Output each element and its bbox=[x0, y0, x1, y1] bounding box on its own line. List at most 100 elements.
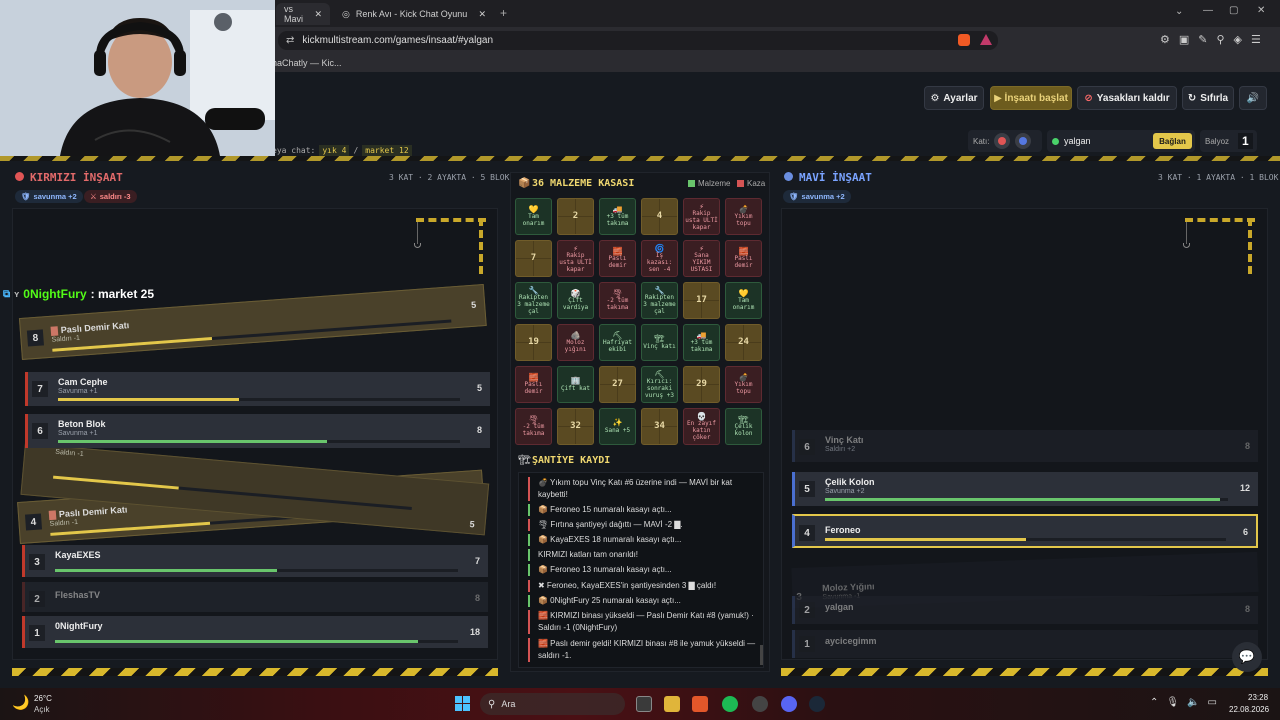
red-floor-7: 7 Cam Cephe Savunma +1 5 bbox=[25, 372, 490, 406]
tab-renk-avi[interactable]: ◎ Renk Avı - Kick Chat Oyunu ✕ bbox=[334, 3, 494, 25]
chest-cell[interactable]: 🔧 Rakipten 3 malzeme çal bbox=[515, 282, 552, 319]
maximize-button[interactable]: ▢ bbox=[1229, 5, 1238, 16]
windows-start-icon[interactable] bbox=[455, 696, 470, 711]
window-close-button[interactable]: ✕ bbox=[1257, 5, 1265, 16]
floor-name: yalgan bbox=[825, 602, 854, 612]
brave-shield-icon[interactable] bbox=[958, 34, 970, 46]
chest-cell-label: 27 bbox=[612, 379, 623, 390]
chest-cell[interactable]: 🔧 Rakipten 3 malzeme çal bbox=[641, 282, 678, 319]
floor-value: 5 bbox=[470, 299, 477, 310]
chest-cell[interactable]: ⛏ Kırıcı: sonraki vuruş +3 bbox=[641, 366, 678, 403]
crane-arm bbox=[1185, 218, 1255, 222]
refresh-icon: ↻ bbox=[1187, 92, 1197, 104]
red-floor-6: 6 Beton Blok Savunma +1 8 bbox=[25, 414, 490, 448]
sound-button[interactable]: 🔊 bbox=[1239, 86, 1267, 110]
discord-icon[interactable] bbox=[781, 696, 797, 712]
floor-effect: Savunma +1 bbox=[58, 388, 98, 395]
chest-cell[interactable]: ⚡ Sana YIKIM USTASI bbox=[683, 240, 720, 277]
floor-name: 0NightFury bbox=[55, 621, 103, 631]
chest-cell[interactable]: 🚚 +3 tüm takıma bbox=[683, 324, 720, 361]
file-explorer-icon[interactable] bbox=[664, 696, 680, 712]
taskbar-search[interactable]: ⚲ Ara bbox=[480, 693, 625, 715]
legend-good-label: Malzeme bbox=[698, 179, 731, 188]
chest-cell[interactable]: 2 bbox=[557, 198, 594, 235]
crane-tower bbox=[479, 218, 483, 274]
chest-cell[interactable]: 💣 Yıkım topu bbox=[725, 366, 762, 403]
site-info-icon[interactable]: ⇄ bbox=[286, 35, 294, 46]
chest-cell[interactable]: 24 bbox=[725, 324, 762, 361]
minimize-button[interactable]: — bbox=[1203, 5, 1213, 16]
red-team-toggle[interactable] bbox=[994, 133, 1011, 149]
chest-cell[interactable]: 💛 Tam onarım bbox=[725, 282, 762, 319]
chest-cell[interactable]: 🏗 Çelik kolon bbox=[725, 408, 762, 445]
browser-extension-icons[interactable]: ⚙▣✎⚲◈☰ bbox=[1160, 33, 1270, 46]
chest-cell-label: Vinç katı bbox=[643, 342, 676, 350]
chest-cell[interactable]: 🌀 İş kazası: sen -4 bbox=[641, 240, 678, 277]
app-icon[interactable] bbox=[752, 696, 768, 712]
close-icon[interactable]: ✕ bbox=[314, 9, 322, 20]
chest-cell[interactable]: 🌪 -2 tüm takıma bbox=[515, 408, 552, 445]
chest-cell[interactable]: 🏗 Vinç katı bbox=[641, 324, 678, 361]
blue-floor-4[interactable]: 4 Feroneo 6 bbox=[792, 514, 1258, 548]
chest-cell[interactable]: 🚚 +3 tüm takıma bbox=[599, 198, 636, 235]
chest-cell[interactable]: 🧱 Paslı demir bbox=[599, 240, 636, 277]
log-scrollbar[interactable] bbox=[760, 645, 763, 665]
url-text: kickmultistream.com/games/insaat/#yalgan bbox=[302, 35, 494, 46]
system-tray-icons[interactable]: ⌃🎙🔈▭ bbox=[1150, 697, 1225, 708]
chest-cell[interactable]: ✨ Sana +5 bbox=[599, 408, 636, 445]
chest-cell[interactable]: 💛 Tam onarım bbox=[515, 198, 552, 235]
chest-cell[interactable]: ⚡ Rakip usta ULTİ kapar bbox=[557, 240, 594, 277]
chest-cell[interactable]: 7 bbox=[515, 240, 552, 277]
chest-cell[interactable]: 🌪 -2 tüm takıma bbox=[599, 282, 636, 319]
spotify-icon[interactable] bbox=[722, 696, 738, 712]
chest-cell[interactable]: ⚡ Rakip usta ULTİ kapar bbox=[683, 198, 720, 235]
log-entry: 📦 KayaEXES 18 numaralı kasayı açtı... bbox=[528, 534, 758, 546]
chest-cell-label: 24 bbox=[738, 337, 749, 348]
chest-cell[interactable]: 4 bbox=[641, 198, 678, 235]
gear-icon: ⚙ bbox=[930, 92, 940, 104]
chest-cell[interactable]: 💣 Yıkım topu bbox=[725, 198, 762, 235]
chest-cell-label: Rakipten 3 malzeme çal bbox=[517, 293, 550, 315]
chest-cell[interactable]: 17 bbox=[683, 282, 720, 319]
reset-button[interactable]: ↻ Sıfırla bbox=[1182, 86, 1234, 110]
url-field[interactable]: ⇄ kickmultistream.com/games/insaat/#yalg… bbox=[278, 31, 998, 50]
connect-button[interactable]: Bağlan bbox=[1153, 133, 1192, 149]
chest-cell[interactable]: 🪨 Moloz yığını bbox=[557, 324, 594, 361]
chest-cell[interactable]: 🧱 Paslı demir bbox=[515, 366, 552, 403]
streamer-photo bbox=[0, 0, 275, 156]
close-icon[interactable]: ✕ bbox=[478, 9, 486, 20]
chest-cell[interactable]: 💀 En zayıf katın çöker bbox=[683, 408, 720, 445]
task-view-icon[interactable] bbox=[636, 696, 652, 712]
chevron-down-icon[interactable]: ⌄ bbox=[1175, 6, 1183, 17]
unban-button[interactable]: ⊘ Yasakları kaldır bbox=[1077, 86, 1177, 110]
settings-button[interactable]: ⚙ Ayarlar bbox=[924, 86, 984, 110]
tab-label: Renk Avı - Kick Chat Oyunu bbox=[355, 9, 468, 19]
chat-hint-label: eya chat: bbox=[272, 146, 316, 155]
blue-team-toggle[interactable] bbox=[1015, 133, 1032, 149]
log-entry: 📦 Feroneo 15 numaralı kasayı açtı... bbox=[528, 504, 758, 516]
chest-cell[interactable]: 32 bbox=[557, 408, 594, 445]
chat-bubble-button[interactable]: 💬 bbox=[1232, 642, 1262, 672]
chest-cell-label: Yıkım topu bbox=[734, 213, 753, 228]
brave-browser-icon[interactable] bbox=[692, 696, 708, 712]
chest-cell[interactable]: 29 bbox=[683, 366, 720, 403]
unban-label: Yasakları kaldır bbox=[1096, 92, 1170, 104]
chest-cell[interactable]: 34 bbox=[641, 408, 678, 445]
clock-date: 22.08.2026 bbox=[1229, 705, 1270, 714]
chest-cell-label: Paslı demir bbox=[608, 255, 627, 270]
chest-cell[interactable]: 🎲 Çift vardiya bbox=[557, 282, 594, 319]
chest-cell[interactable]: 🏢 Çift kat bbox=[557, 366, 594, 403]
start-build-button[interactable]: ▶ İnşaatı başlat bbox=[990, 86, 1072, 110]
chest-cell[interactable]: 🧱 Paslı demir bbox=[725, 240, 762, 277]
steam-icon[interactable] bbox=[809, 696, 825, 712]
new-tab-button[interactable]: + bbox=[500, 6, 507, 20]
rewards-icon[interactable] bbox=[980, 34, 992, 45]
swords-icon: ⚔ bbox=[90, 192, 97, 201]
chest-cell[interactable]: 27 bbox=[599, 366, 636, 403]
bookmark-item[interactable]: haChatly — Kic... bbox=[272, 58, 342, 68]
chest-cell[interactable]: ⛏ Hafriyat ekibi bbox=[599, 324, 636, 361]
tab-vs-mavi[interactable]: vs Mavi ✕ bbox=[276, 3, 330, 25]
chat-hint: eya chat: yık 4 / market 12 bbox=[272, 145, 412, 156]
chest-cell[interactable]: 19 bbox=[515, 324, 552, 361]
floor-effect: Savunma +1 bbox=[58, 430, 98, 437]
